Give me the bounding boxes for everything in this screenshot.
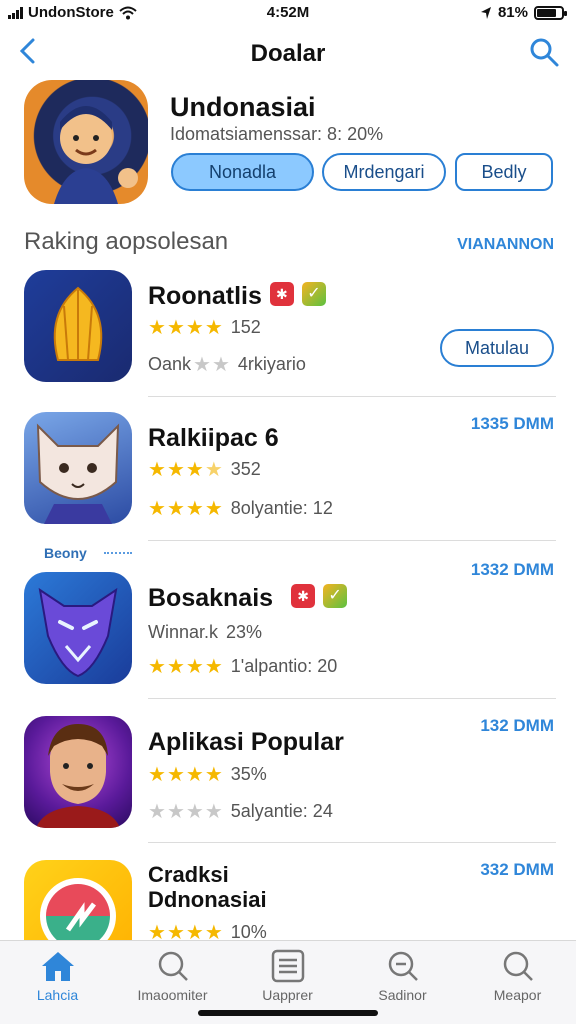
list-item[interactable]: Bosaknais ✱ ✓ Winnar.k 23% ★ ★ ★ ★ 1'alpantio… (0, 560, 576, 692)
rating-line: ★ ★ ★ ★ 35% (148, 764, 267, 785)
home-indicator (198, 1010, 378, 1016)
featured-app-subtitle: Idomatsiamenssar: 8: 20% (170, 124, 384, 144)
rating-stars: ★ ★ ★ ★ (148, 316, 223, 339)
tab-label: Lahcia (36, 987, 79, 1003)
meta-stars: ★ ★ ★ ★ (148, 655, 223, 678)
navigation-bar: Doalar (0, 30, 576, 76)
rating-line: ★ ★ ★ ★ 10% (148, 922, 267, 940)
zoom-icon (388, 951, 418, 981)
battery-percent: 81% (497, 4, 528, 21)
tab-label: Sadinor (378, 987, 427, 1003)
meta-line: Oank ★ ★ 4rkiyario (148, 354, 306, 375)
price-label: 1335 DMM (470, 414, 554, 433)
divider (148, 396, 556, 397)
location-icon (480, 6, 491, 19)
rating-stars: ★ ★ ★ ★ (148, 763, 223, 786)
rating-line: Winnar.k 23% (148, 622, 262, 643)
meta-label: Winnar.k (148, 622, 219, 642)
home-icon (41, 952, 74, 981)
divider (148, 698, 556, 699)
meta-line: ★ ★ ★ ★ 8olyantie: 12 (148, 498, 333, 519)
meta-label: Oank (148, 354, 192, 374)
app-name: Cradksi Ddnonasiai (148, 862, 267, 912)
verified-badge-icon: ✓ (323, 584, 348, 609)
app-icon (24, 412, 132, 524)
meta-line: ★ ★ ★ ★ 1'alpantio: 20 (148, 656, 337, 677)
app-icon (24, 572, 132, 684)
section-see-all-link[interactable]: VIANANNON (457, 236, 554, 254)
meta-line: ★ ★ ★ ★ 5alyantie: 24 (148, 801, 333, 822)
price-label: 332 DMM (480, 860, 554, 879)
list-item[interactable]: Aplikasi Popular ★ ★ ★ ★ 35% ★ ★ ★ ★ 5alyantie… (0, 716, 576, 836)
meta-text: 4rkiyario (237, 354, 306, 374)
app-icon (24, 270, 132, 382)
flag-badge-icon: ✱ (269, 282, 294, 307)
tab-today[interactable]: Lahcia (0, 949, 115, 1003)
search-icon (158, 951, 188, 981)
search-icon[interactable] (528, 36, 560, 68)
featured-app-icon[interactable] (24, 80, 148, 204)
rating-stars: ★ ★ ★ ★ (148, 458, 223, 481)
rating-count: 23% (226, 622, 263, 642)
price-label: 132 DMM (480, 716, 554, 735)
price-label: 1332 DMM (470, 560, 554, 579)
featured-tertiary-button[interactable]: Bedly (455, 153, 553, 191)
app-name: Ralkiipac 6 (148, 424, 279, 452)
battery-icon (534, 5, 567, 20)
tab-games[interactable]: Imaoomiter (115, 949, 230, 1003)
featured-primary-button[interactable]: Nonadla (171, 153, 314, 191)
tab-label: Uapprer (262, 987, 313, 1003)
tab-search[interactable]: Meapor (460, 949, 575, 1003)
search-icon (503, 951, 533, 981)
rating-count: 35% (230, 764, 267, 784)
app-icon (24, 716, 132, 828)
mini-section-label: Beony (44, 545, 87, 561)
rating-count: 352 (230, 459, 261, 479)
rating-line: ★ ★ ★ ★ 152 (148, 317, 261, 338)
tab-label: Imaoomiter (137, 987, 208, 1003)
character-illustration (54, 106, 138, 204)
page-title: Doalar (250, 40, 326, 67)
dotted-separator (104, 552, 132, 554)
meta-stars: ★ ★ ★ ★ (148, 497, 223, 520)
section-title: Raking aopsolesan (24, 228, 229, 255)
meta-stars: ★ ★ ★ ★ (148, 800, 223, 823)
rating-line: ★ ★ ★ ★ 352 (148, 459, 261, 480)
app-icon (24, 860, 132, 940)
status-bar: UndonStore 4:52M 81% (0, 0, 576, 28)
meta-text: 8olyantie: 12 (230, 498, 333, 518)
rating-count: 10% (230, 922, 267, 940)
rating-stars: ★ ★ ★ ★ (148, 921, 223, 941)
tab-apps[interactable]: Uapprer (230, 949, 345, 1003)
featured-app-name: Undonasiai (170, 92, 316, 122)
app-name: Bosaknais ✱ ✓ (148, 584, 348, 613)
divider (148, 842, 556, 843)
list-item[interactable]: Cradksi Ddnonasiai ★ ★ ★ ★ 10% 332 DMM (0, 860, 576, 940)
featured-secondary-button[interactable]: Mrdengari (322, 153, 446, 191)
tab-label: Meapor (493, 987, 542, 1003)
meta-stars: ★ ★ (193, 353, 230, 376)
rating-count: 152 (230, 317, 261, 337)
list-item[interactable]: Ralkiipac 6 ★ ★ ★ ★ 352 ★ ★ ★ ★ 8olyantie: 12 … (0, 412, 576, 532)
get-button[interactable]: Matulau (440, 329, 554, 367)
tab-arcade[interactable]: Sadinor (345, 949, 460, 1003)
meta-text: 5alyantie: 24 (230, 801, 333, 821)
meta-text: 1'alpantio: 20 (230, 656, 338, 676)
list-icon (271, 949, 304, 983)
verified-badge-icon: ✓ (301, 282, 326, 307)
list-item[interactable]: Roonatlis ✱ ✓ ★ ★ ★ ★ 152 Oank ★ ★ 4rkiyario M… (0, 270, 576, 390)
app-name: Roonatlis ✱ ✓ (148, 282, 326, 311)
flag-badge-icon: ✱ (291, 584, 316, 609)
app-name: Aplikasi Popular (148, 728, 344, 756)
divider (148, 540, 556, 541)
